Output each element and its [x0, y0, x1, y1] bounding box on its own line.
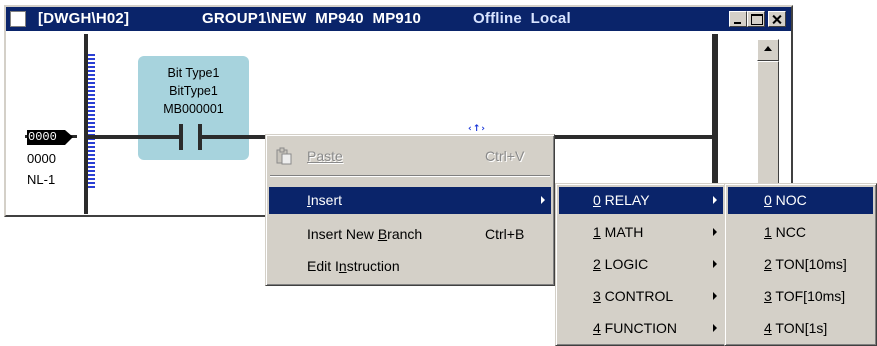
submenu-arrow-icon	[713, 324, 717, 332]
rung-wire	[550, 135, 712, 139]
submenu-item-relay-label: 0 RELAY	[593, 192, 650, 208]
scroll-up-arrow-icon[interactable]	[757, 39, 779, 61]
step-network-label: NL-1	[27, 172, 56, 187]
relay-item-tof-10ms-label: 3 TOF[10ms]	[764, 288, 846, 304]
submenu-arrow-icon	[713, 292, 717, 300]
relay-item-noc[interactable]: 0 NOC	[728, 187, 873, 214]
menu-item-paste[interactable]: Paste Ctrl+V	[269, 143, 551, 170]
relay-submenu: 0 NOC 1 NCC 2 TON[10ms] 3 TOF[10ms] 4 TO…	[724, 183, 877, 346]
minimize-icon[interactable]	[729, 11, 747, 27]
menu-item-paste-label: Paste	[307, 148, 343, 164]
instruction-address: MB000001	[163, 102, 224, 116]
submenu-item-math-label: 1 MATH	[593, 224, 644, 240]
menu-item-insert-label: Insert	[307, 192, 343, 208]
step-number-label[interactable]: 0000	[27, 130, 73, 145]
window-system-icon[interactable]	[10, 11, 26, 27]
submenu-arrow-icon	[541, 196, 545, 204]
contact-lead	[202, 135, 249, 139]
submenu-item-logic[interactable]: 2 LOGIC	[559, 251, 723, 278]
menu-item-insert[interactable]: Insert	[269, 187, 551, 214]
submenu-item-logic-label: 2 LOGIC	[593, 256, 649, 272]
menu-item-edit-instruction-label: Edit Instruction	[307, 258, 400, 274]
left-rail-selection-marker	[88, 54, 95, 188]
relay-item-ncc[interactable]: 1 NCC	[728, 219, 873, 246]
close-icon[interactable]	[768, 11, 786, 27]
title-status: Offline Local	[473, 10, 571, 27]
title-group: GROUP1\NEW MP940 MP910	[202, 10, 422, 27]
instruction-comment: Bit Type1	[167, 66, 220, 80]
submenu-arrow-icon	[713, 260, 717, 268]
submenu-item-math[interactable]: 1 MATH	[559, 219, 723, 246]
title-drawing: [DWGH\H02]	[38, 10, 130, 27]
submenu-item-function-label: 4 FUNCTION	[593, 320, 678, 336]
menu-separator	[270, 175, 550, 177]
context-menu: Paste Ctrl+V Insert Insert New Branch Ct…	[265, 134, 555, 286]
maximize-icon[interactable]	[747, 11, 765, 27]
relay-item-tof-10ms[interactable]: 3 TOF[10ms]	[728, 283, 873, 310]
relay-item-ton-10ms[interactable]: 2 TON[10ms]	[728, 251, 873, 278]
submenu-item-relay[interactable]: 0 RELAY	[559, 187, 723, 214]
step-address: 0000	[27, 151, 56, 166]
paste-icon	[276, 147, 292, 165]
relay-item-ton-1s-label: 4 TON[1s]	[764, 320, 828, 336]
menu-item-insert-new-branch-shortcut: Ctrl+B	[485, 226, 525, 242]
rung-wire	[88, 135, 141, 139]
submenu-item-control-label: 3 CONTROL	[593, 288, 674, 304]
submenu-item-function[interactable]: 4 FUNCTION	[559, 315, 723, 342]
menu-item-edit-instruction[interactable]: Edit Instruction	[269, 253, 551, 280]
submenu-arrow-icon	[713, 228, 717, 236]
insert-cursor-icon: ‹↑›	[468, 124, 486, 134]
contact-lead	[138, 135, 179, 139]
contact-left-plate	[179, 124, 183, 150]
relay-item-ton-10ms-label: 2 TON[10ms]	[764, 256, 847, 272]
menu-item-paste-shortcut: Ctrl+V	[485, 148, 525, 164]
relay-item-noc-label: 0 NOC	[764, 192, 807, 208]
relay-item-ton-1s[interactable]: 4 TON[1s]	[728, 315, 873, 342]
submenu-arrow-icon	[713, 196, 717, 204]
submenu-item-control[interactable]: 3 CONTROL	[559, 283, 723, 310]
relay-item-ncc-label: 1 NCC	[764, 224, 807, 240]
window-titlebar[interactable]: [DWGH\H02] GROUP1\NEW MP940 MP910 Offlin…	[6, 7, 791, 31]
menu-item-insert-new-branch[interactable]: Insert New Branch Ctrl+B	[269, 221, 551, 248]
instruction-symbol: BitType1	[169, 84, 218, 98]
instruction-nocontact-block[interactable]: Bit Type1 BitType1 MB000001	[138, 56, 249, 160]
insert-submenu: 0 RELAY 1 MATH 2 LOGIC 3 CONTROL 4 FUNCT…	[555, 183, 727, 346]
menu-item-insert-new-branch-label: Insert New Branch	[307, 226, 423, 242]
